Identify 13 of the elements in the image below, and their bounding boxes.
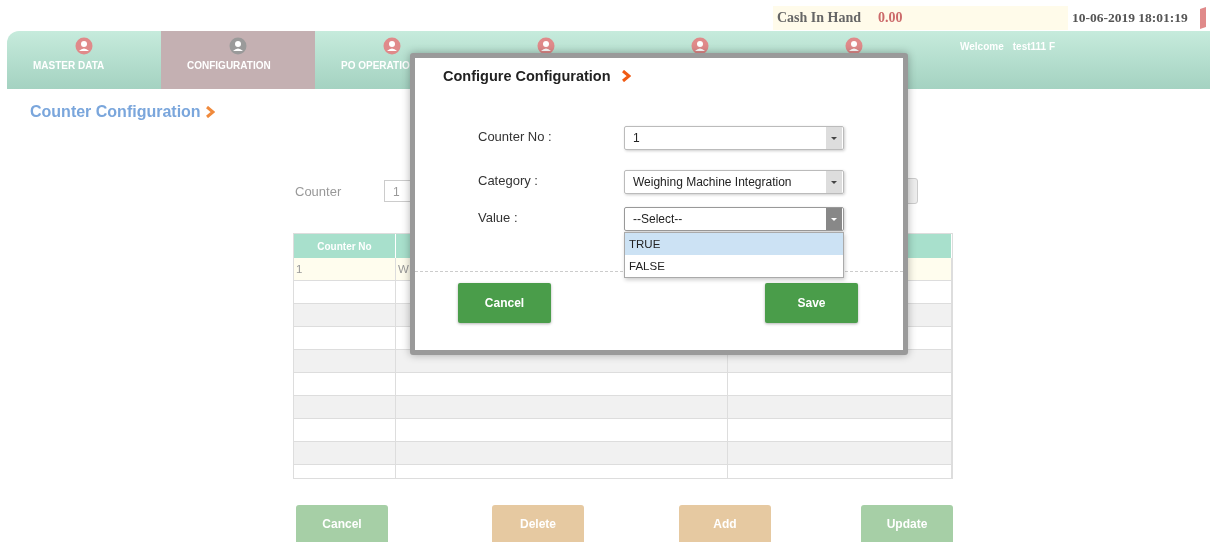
page-title: Counter Configuration xyxy=(30,103,201,121)
cash-label: Cash In Hand xyxy=(777,9,862,26)
field-label: Counter No : xyxy=(478,128,553,146)
dialog-title: Configure Configuration xyxy=(443,68,611,84)
date-time: 10-06-2019 18:01:19 xyxy=(1072,9,1188,26)
user-name: test111 F xyxy=(1012,41,1055,54)
counter-label: Counter xyxy=(295,183,343,199)
cash-value: 0.00 xyxy=(878,9,903,26)
field-label: Category : xyxy=(478,172,539,190)
welcome-label: Welcome xyxy=(960,41,1004,54)
field-label: Value : xyxy=(478,209,519,227)
table-cell: 1 xyxy=(294,258,396,281)
column-header: Counter No xyxy=(294,234,396,258)
